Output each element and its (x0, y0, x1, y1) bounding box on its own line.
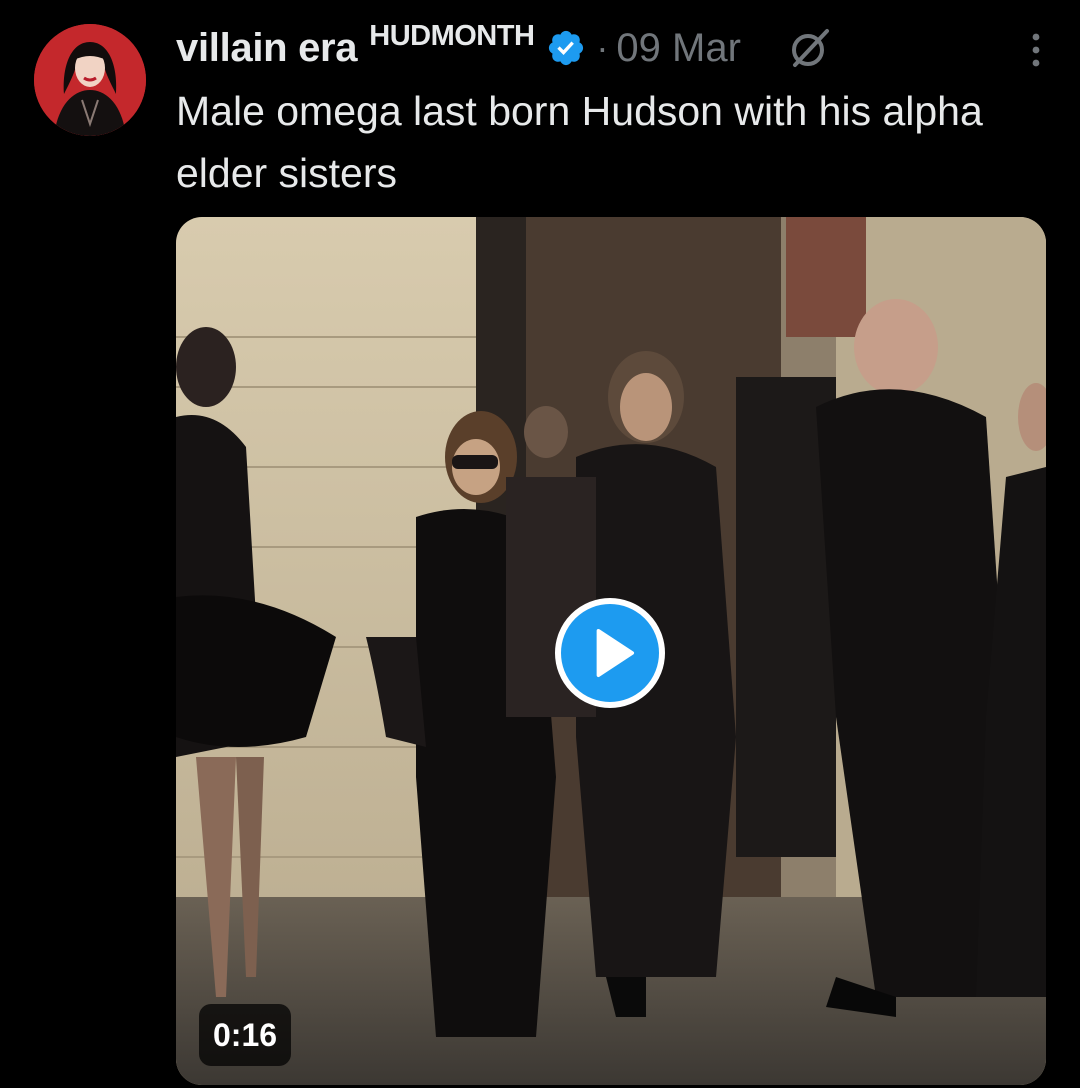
video-player[interactable]: 0:16 (176, 217, 1046, 1085)
author-name-badge: HUDMONTH (369, 19, 535, 52)
verified-badge-icon (546, 28, 586, 68)
avatar-image (34, 24, 146, 136)
tweet-timestamp[interactable]: 09 Mar (616, 26, 741, 71)
tweet-text: Male omega last born Hudson with his alp… (176, 88, 983, 196)
play-icon (596, 628, 635, 678)
grok-icon[interactable] (787, 25, 833, 71)
more-options-icon[interactable] (1026, 32, 1046, 68)
separator-dot: · (596, 27, 609, 68)
tweet-header: villain era HUDMONTH · 09 Mar (176, 18, 1050, 78)
avatar[interactable] (34, 24, 146, 136)
video-duration-badge: 0:16 (199, 1004, 292, 1066)
author-display-name[interactable]: villain era (176, 26, 358, 71)
play-button[interactable] (555, 598, 665, 708)
